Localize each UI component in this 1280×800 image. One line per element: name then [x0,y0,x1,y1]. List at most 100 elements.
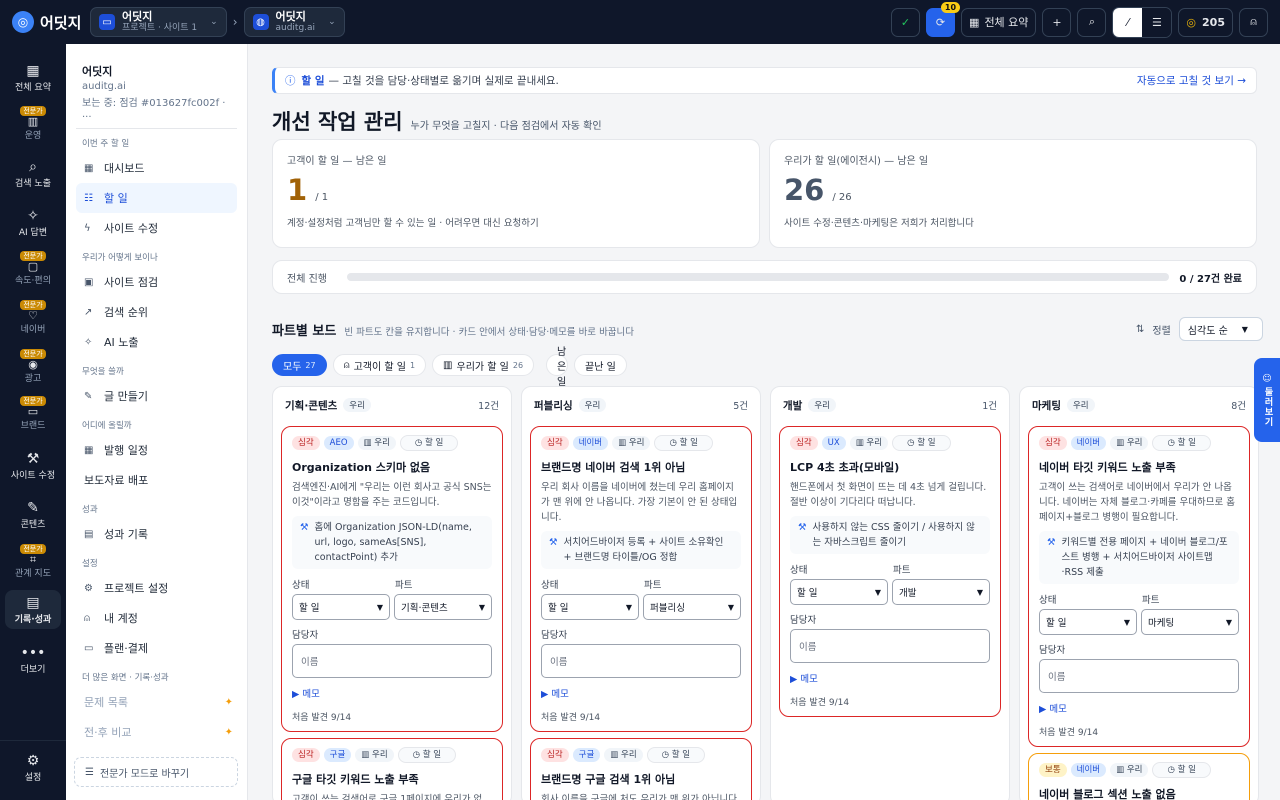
task-card[interactable]: 심각 구글 ▥ 우리 ◷ 할 일 브랜드명 구글 검색 1위 아님 회사 이름을 구글… [530,738,752,800]
tour-button[interactable]: ☺ 둘러보기 [1254,358,1280,442]
status-select[interactable]: 할 일 ▼ [541,594,639,620]
sidebar-item-project-settings[interactable]: ⚙ 프로젝트 설정 [76,573,237,603]
clock-icon: ◷ [414,438,426,448]
expert-mode-button[interactable]: ☰ [1142,7,1172,37]
building-icon: ▥ [443,359,453,371]
sidebar-item-site-fix[interactable]: ϟ 사이트 수정 [76,213,237,243]
page-subtitle: 누가 무엇을 고칠지 · 다음 점검에서 자동 확인 [410,121,602,132]
sidebar-item-rank[interactable]: ↗ 검색 순위 [76,297,237,327]
task-card[interactable]: 심각 AEO ▥ 우리 ◷ 할 일 Organization 스키마 없음 검색엔진·… [281,426,503,732]
memo-toggle[interactable]: ▶ 메모 [292,686,492,700]
rail-item-ads[interactable]: 전문가 ◉ 광고 [5,349,61,384]
building-icon: ▥ [855,438,867,448]
assignee-input[interactable]: 이름 [1039,659,1239,693]
magic-mode-button[interactable]: ⁄ [1113,7,1143,37]
clipboard-icon: ▣ [84,276,94,288]
left-rail: ▦ 전체 요약 전문가 ▥ 운영 ⌕ 검색 노출 ✧ AI 답변 전문가 ▢ 속도·편의 전문… [0,44,66,800]
sidebar-item-label: 내 계정 [104,612,138,625]
rail-item-more[interactable]: ••• 더보기 [5,644,61,675]
gear-icon: ⚙ [26,753,40,769]
rail-item-operations[interactable]: 전문가 ▥ 운영 [5,106,61,141]
project-switcher[interactable]: ▭ 어딧지 프로젝트 · 사이트 1 ⌄ [90,7,227,37]
rail-item-ai[interactable]: ✧ AI 답변 [5,207,61,238]
part-label: 파트 [395,580,413,591]
auto-fix-link[interactable]: 자동으로 고칠 것 보기 → [1137,73,1246,88]
chip-count: 27 [305,360,316,370]
sidebar-item-schedule[interactable]: ▦ 발행 일정 [76,435,237,465]
chevron-down-icon: ▼ [874,587,881,597]
sidebar-item-records[interactable]: ▤ 성과 기록 [76,519,237,549]
sidebar-item-dashboard[interactable]: ▦ 대시보드 [76,153,237,183]
sync-badge: 10 [940,1,961,13]
rail-item-site-fix[interactable]: ⚒ 사이트 수정 [5,450,61,481]
sidebar-item-account[interactable]: ⍝ 내 계정 [76,603,237,633]
status-select[interactable]: 할 일 ▼ [790,579,888,605]
grid-icon: ▦ [84,162,94,174]
globe-icon: ◍ [252,14,269,30]
memo-toggle[interactable]: ▶ 메모 [541,686,741,700]
status-select[interactable]: 할 일 ▼ [292,594,390,620]
pen-icon: ✎ [27,500,39,516]
expert-mode-switch[interactable]: ☰ 전문가 모드로 바꾸기 [74,757,238,787]
part-select[interactable]: 기획·콘텐츠 ▼ [394,594,492,620]
memo-toggle[interactable]: ▶ 메모 [1039,701,1239,715]
sidebar-item-todo[interactable]: ☷ 할 일 [76,183,237,213]
task-card[interactable]: 심각 네이버 ▥ 우리 ◷ 할 일 네이버 타깃 키워드 노출 부족 고객이 쓰는 검… [1028,426,1250,747]
task-card[interactable]: 심각 네이버 ▥ 우리 ◷ 할 일 브랜드명 네이버 검색 1위 아님 우리 회사 이… [530,426,752,732]
assignee-input[interactable]: 이름 [292,644,492,678]
sync-button[interactable]: ⟳ 10 [926,1,961,37]
chevron-down-icon: ▼ [1123,617,1130,627]
filter-remaining[interactable]: 남은 일 [546,347,569,388]
rail-item-overview[interactable]: ▦ 전체 요약 [5,62,61,93]
part-select[interactable]: 퍼블리싱 ▼ [643,594,741,620]
logo-icon: ◎ [12,11,34,33]
sidebar-item-ai-exposure[interactable]: ✧ AI 노출 [76,327,237,357]
status-select[interactable]: 할 일 ▼ [1039,609,1137,635]
add-button[interactable]: + [1042,7,1072,37]
sort-select[interactable]: 심각도 순 ▼ [1178,317,1263,341]
agency-tasks-card[interactable]: 우리가 할 일(에이전시) — 남은 일 26 / 26 사이트 수정·콘텐츠·마… [769,139,1257,248]
rail-item-relation-map[interactable]: 전문가 ⌗ 관계 지도 [5,544,61,579]
rail-item-settings[interactable]: ⚙ 설정 [5,752,61,783]
sidebar-item-write[interactable]: ✎ 글 만들기 [76,381,237,411]
wrench-icon: ⚒ [1047,537,1056,548]
client-tasks-card[interactable]: 고객이 할 일 — 남은 일 1 / 1 계정·설정처럼 고객님만 할 수 있는 … [272,139,760,248]
user-menu-button[interactable]: ⍝ [1239,7,1268,37]
app-logo[interactable]: ◎ 어딧지 [12,11,90,33]
rail-item-naver[interactable]: 전문가 ♡ 네이버 [5,300,61,335]
summary-button[interactable]: ▦ 전체 요약 [961,7,1037,37]
search-button[interactable]: ⌕ [1077,7,1107,37]
filter-done[interactable]: 끝난 일 [574,354,627,376]
rail-item-content[interactable]: ✎ 콘텐츠 [5,499,61,530]
sidebar-viewing[interactable]: 보는 중: 점검 #013627fc002f · ... [76,94,237,120]
sidebar-item-compare[interactable]: 전·후 비교 ✦ [76,717,237,747]
sidebar-item-press[interactable]: 보도자료 배포 [76,465,237,495]
folder-icon: ▭ [99,14,115,30]
task-card[interactable]: 심각 구글 ▥ 우리 ◷ 할 일 구글 타깃 키워드 노출 부족 고객이 쓰는 검색어… [281,738,503,800]
board-column-dev: 개발 우리 1건 심각 UX ▥ 우리 ◷ 할 일 LCP 4초 초과(모바일) 핸드폰에… [770,386,1010,800]
task-card[interactable]: 심각 UX ▥ 우리 ◷ 할 일 LCP 4초 초과(모바일) 핸드폰에서 첫 화면이… [779,426,1001,717]
rail-item-search[interactable]: ⌕ 검색 노출 [5,158,61,189]
board-column-publishing: 퍼블리싱 우리 5건 심각 네이버 ▥ 우리 ◷ 할 일 브랜드명 네이버 검색 1위 아… [521,386,761,800]
task-card[interactable]: 보통 네이버 ▥ 우리 ◷ 할 일 네이버 블로그 섹션 노출 없음 [1028,753,1250,800]
site-switcher[interactable]: ◍ 어딧지 auditg.ai ⌄ [243,7,345,37]
assignee-input[interactable]: 이름 [541,644,741,678]
sidebar-item-billing[interactable]: ▭ 플랜·결제 [76,633,237,663]
credits-button[interactable]: ◎ 205 [1178,7,1233,37]
sidebar-item-issues[interactable]: 문제 목록 ✦ [76,687,237,717]
chevron-down-icon: ▼ [976,587,983,597]
sidebar-item-site-audit[interactable]: ▣ 사이트 점검 [76,267,237,297]
rail-item-brand[interactable]: 전문가 ▭ 브랜드 [5,396,61,431]
part-select[interactable]: 개발 ▼ [892,579,990,605]
assignee-input[interactable]: 이름 [790,629,990,663]
filter-all[interactable]: 모두 27 [272,354,327,376]
filter-client[interactable]: ⍝ 고객이 할 일1 [332,354,427,376]
todo-text: 할 일 [917,438,936,448]
memo-toggle[interactable]: ▶ 메모 [790,671,990,685]
status-check-button[interactable]: ✓ [891,7,921,37]
filter-agency[interactable]: ▥ 우리가 할 일 26 [432,354,535,376]
rail-item-records[interactable]: ▤ 기록·성과 [5,590,61,629]
status-value: 할 일 [797,588,818,599]
part-select[interactable]: 마케팅 ▼ [1141,609,1239,635]
rail-item-speed[interactable]: 전문가 ▢ 속도·편의 [5,251,61,286]
